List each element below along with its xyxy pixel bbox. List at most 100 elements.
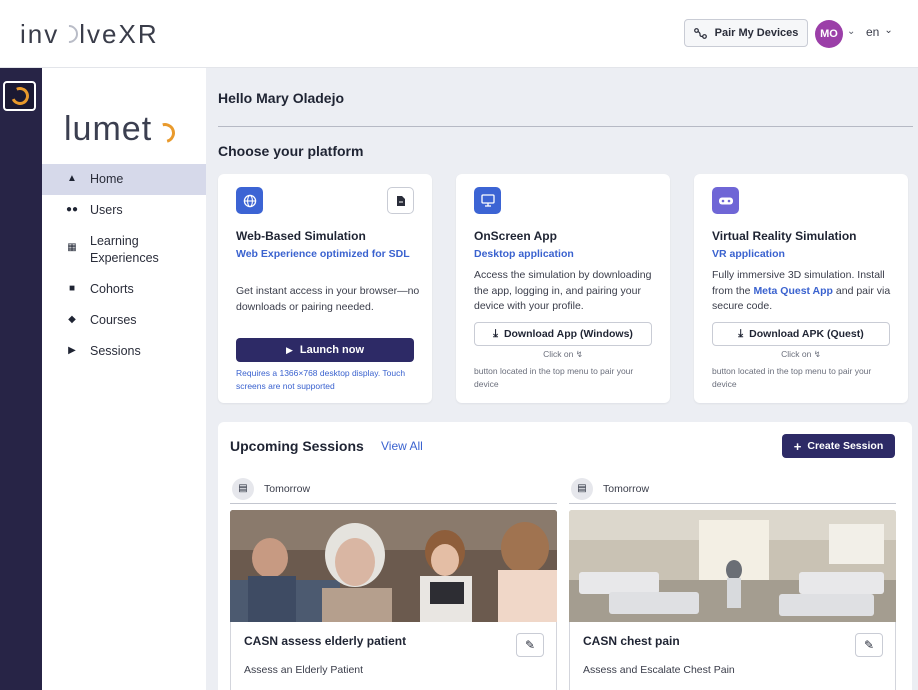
- download-app-windows-button[interactable]: ⤓ Download App (Windows): [474, 322, 652, 346]
- chevron-down-icon: ⌄: [884, 24, 893, 36]
- pair-device-note: button located in the top menu to pair y…: [712, 366, 872, 389]
- pair-my-devices-label: Pair My Devices: [714, 27, 799, 39]
- language-selector[interactable]: en ⌄: [866, 24, 893, 40]
- card-description: Access the simulation by downloading the…: [474, 269, 652, 312]
- sidebar-item-label: Courses: [90, 313, 137, 327]
- session-thumbnail: [569, 510, 896, 622]
- involvexr-logo[interactable]: inv lveXR: [20, 18, 159, 50]
- launch-now-label: Launch now: [299, 344, 365, 356]
- sidebar-item-home[interactable]: ▲ Home: [42, 164, 206, 195]
- session-name: CASN chest pain: [583, 634, 680, 648]
- session-details: CASN assess elderly patient Assess an El…: [230, 622, 557, 690]
- lumeto-app-icon[interactable]: [3, 81, 36, 111]
- web-simulation-card: Web-Based Simulation Web Experience opti…: [218, 174, 432, 403]
- greeting: Hello Mary Oladejo: [218, 90, 345, 106]
- brand-swoosh-icon: [56, 21, 82, 47]
- link-icon: ↯: [813, 349, 821, 359]
- session-date-header: ▤ Tomorrow: [569, 474, 896, 504]
- sidebar-item-label: Users: [90, 203, 123, 217]
- session-details: CASN chest pain Assess and Escalate Ches…: [569, 622, 896, 690]
- book-icon: ■: [68, 283, 76, 294]
- click-on-label: Click on: [543, 349, 574, 359]
- link-icon: [693, 27, 707, 39]
- card-subtitle: VR application: [712, 248, 785, 260]
- card-description: Fully immersive 3D simulation. Install f…: [712, 268, 896, 315]
- lumeto-ring-icon: [7, 84, 32, 108]
- document-icon[interactable]: [387, 187, 414, 214]
- session-card[interactable]: ▤ Tomorrow CASN chest pain Assess and Es…: [569, 474, 896, 690]
- plus-icon: +: [793, 438, 802, 454]
- edit-session-button[interactable]: ✎: [516, 633, 544, 657]
- pencil-icon: ✎: [863, 638, 875, 652]
- card-title: Web-Based Simulation: [236, 229, 366, 243]
- sidebar-item-label: Learning Experiences: [90, 234, 159, 265]
- play-icon: ▶: [285, 344, 293, 355]
- sidebar-item-label: Sessions: [90, 344, 141, 358]
- platform-section-title: Choose your platform: [218, 143, 364, 159]
- globe-icon: [236, 187, 263, 214]
- session-description: Assess an Elderly Patient: [244, 664, 364, 676]
- meta-quest-app-link[interactable]: Meta Quest App: [753, 285, 833, 297]
- upcoming-sessions-title: Upcoming Sessions: [230, 438, 364, 454]
- link-icon: ↯: [575, 349, 583, 359]
- download-apk-quest-button[interactable]: ⤓ Download APK (Quest): [712, 322, 890, 346]
- sidebar-item-learning-experiences[interactable]: ▦ Learning Experiences: [42, 226, 206, 274]
- lumeto-logo: lumet: [64, 110, 179, 149]
- divider: [218, 126, 913, 127]
- pair-my-devices-button[interactable]: Pair My Devices: [684, 19, 808, 47]
- card-subtitle: Desktop application: [474, 248, 574, 260]
- home-icon: ▲: [67, 173, 77, 184]
- download-icon: ⤓: [493, 327, 498, 340]
- onscreen-app-card: OnScreen App Desktop application Access …: [456, 174, 670, 403]
- upcoming-sessions-panel: Upcoming Sessions View All + Create Sess…: [218, 422, 912, 690]
- card-subtitle: Web Experience optimized for SDL: [236, 248, 410, 260]
- lumeto-o-icon: [151, 118, 179, 147]
- download-apk-label: Download APK (Quest): [749, 328, 864, 340]
- pencil-icon: ✎: [524, 638, 536, 652]
- click-on-hint: Click on ↯: [712, 349, 890, 360]
- click-on-label: Click on: [781, 349, 812, 359]
- chevron-down-icon[interactable]: ⌄: [847, 26, 855, 37]
- card-title: OnScreen App: [474, 229, 557, 243]
- sidebar-item-users[interactable]: ●● Users: [42, 195, 206, 226]
- session-description: Assess and Escalate Chest Pain: [583, 664, 735, 676]
- lumeto-logo-text: lumet: [64, 110, 153, 148]
- top-header: inv lveXR Pair My Devices MO ⌄ en ⌄: [0, 0, 918, 68]
- pair-device-note: button located in the top menu to pair y…: [474, 366, 634, 389]
- session-date-header: ▤ Tomorrow: [230, 474, 557, 504]
- session-card[interactable]: ▤ Tomorrow CASN assess elderly patient A…: [230, 474, 557, 690]
- users-icon: ●●: [66, 204, 79, 215]
- sidebar-item-label: Home: [90, 172, 124, 186]
- calendar-icon: ▤: [571, 477, 593, 500]
- edit-session-button[interactable]: ✎: [855, 633, 883, 657]
- view-all-link[interactable]: View All: [381, 439, 423, 453]
- vr-headset-icon: [712, 187, 739, 214]
- launch-now-button[interactable]: ▶ Launch now: [236, 338, 414, 362]
- session-name: CASN assess elderly patient: [244, 634, 407, 648]
- click-on-hint: Click on ↯: [474, 349, 652, 360]
- language-label: en: [866, 25, 880, 39]
- sidebar-item-sessions[interactable]: ▶ Sessions: [42, 336, 206, 367]
- card-description: Get instant access in your browser—no do…: [236, 285, 420, 313]
- download-app-label: Download App (Windows): [503, 328, 633, 340]
- grid-icon: ▦: [67, 242, 77, 253]
- brand-suffix: lveXR: [79, 18, 159, 49]
- brand-prefix: inv: [20, 18, 60, 49]
- download-icon: ⤓: [738, 327, 744, 340]
- vr-simulation-card: Virtual Reality Simulation VR applicatio…: [694, 174, 908, 403]
- graduation-cap-icon: ◆: [68, 314, 76, 325]
- app-rail: [0, 68, 42, 690]
- create-session-button[interactable]: + Create Session: [782, 434, 895, 458]
- monitor-icon: [474, 187, 501, 214]
- create-session-label: Create Session: [807, 440, 884, 452]
- session-when: Tomorrow: [264, 482, 311, 495]
- main-content: Hello Mary Oladejo Choose your platform …: [206, 68, 918, 690]
- user-avatar[interactable]: MO: [815, 20, 843, 48]
- sidebar-item-cohorts[interactable]: ■ Cohorts: [42, 274, 206, 305]
- sidebar-nav: ▲ Home ●● Users ▦ Learning Experiences ■…: [42, 164, 206, 367]
- calendar-icon: ▤: [232, 477, 254, 500]
- session-when: Tomorrow: [603, 482, 650, 495]
- card-title: Virtual Reality Simulation: [712, 229, 857, 243]
- sidebar-item-courses[interactable]: ◆ Courses: [42, 305, 206, 336]
- display-requirement-note: Requires a 1366×768 desktop display. Tou…: [236, 368, 406, 391]
